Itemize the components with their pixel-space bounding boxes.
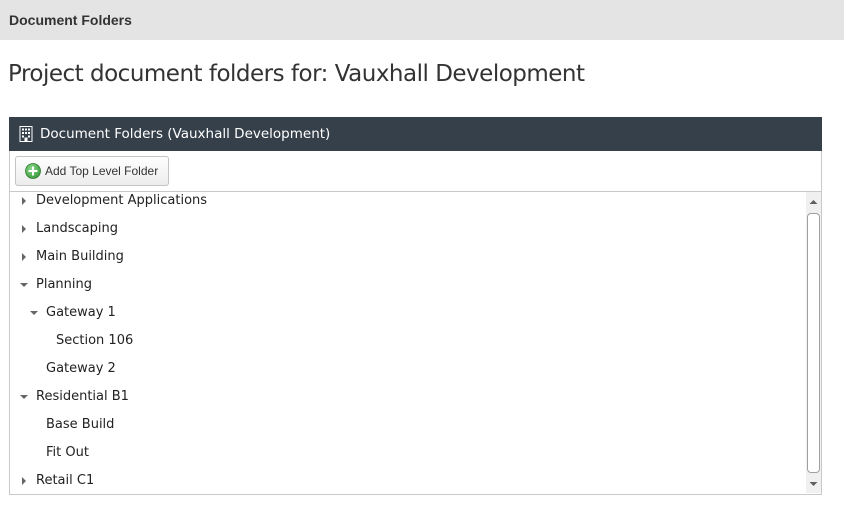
tree-node[interactable]: Fit Out — [10, 439, 806, 467]
tree-node[interactable]: Gateway 1 — [10, 299, 806, 327]
panel-header-title: Document Folders (Vauxhall Development) — [40, 126, 331, 142]
caret-right-icon[interactable] — [19, 476, 29, 486]
add-top-level-folder-label: Add Top Level Folder — [45, 164, 159, 178]
tree-node-label[interactable]: Landscaping — [36, 221, 118, 236]
tree-node[interactable]: Base Build — [10, 411, 806, 439]
caret-right-icon[interactable] — [19, 196, 29, 206]
tree-node[interactable]: Development Applications — [10, 192, 806, 215]
tree-node-label[interactable]: Main Building — [36, 249, 124, 264]
add-top-level-folder-button[interactable]: Add Top Level Folder — [15, 156, 169, 186]
tree-node[interactable]: Main Building — [10, 243, 806, 271]
tree-node[interactable]: Section 106 — [10, 327, 806, 355]
building-icon — [19, 126, 33, 142]
page-title: Project document folders for: Vauxhall D… — [8, 61, 585, 87]
caret-down-icon[interactable] — [19, 280, 29, 290]
tree-scrollbar[interactable] — [806, 192, 821, 493]
tree-node-label[interactable]: Fit Out — [46, 445, 89, 460]
top-bar: Document Folders — [0, 0, 844, 40]
tree-node-label[interactable]: Development Applications — [36, 193, 207, 208]
tree-node-label[interactable]: Retail C1 — [36, 473, 94, 488]
tree-node[interactable]: Landscaping — [10, 215, 806, 243]
folder-tree: Development Applications Landscaping Main … — [10, 192, 806, 493]
plus-circle-icon — [25, 163, 41, 179]
caret-right-icon[interactable] — [19, 224, 29, 234]
tree-node[interactable]: Gateway 2 — [10, 355, 806, 383]
caret-down-icon[interactable] — [19, 392, 29, 402]
tree-node-label[interactable]: Gateway 1 — [46, 305, 116, 320]
tree-node-label[interactable]: Residential B1 — [36, 389, 129, 404]
scroll-thumb[interactable] — [807, 213, 820, 473]
tree-node[interactable]: Residential B1 — [10, 383, 806, 411]
caret-down-icon[interactable] — [29, 308, 39, 318]
top-bar-title: Document Folders — [9, 12, 132, 28]
panel-header: Document Folders (Vauxhall Development) — [9, 117, 822, 151]
scroll-up-arrow-icon[interactable] — [806, 195, 821, 209]
document-folders-panel: Document Folders (Vauxhall Development) … — [9, 117, 822, 495]
panel-toolbar: Add Top Level Folder — [10, 151, 821, 192]
tree-node-label[interactable]: Gateway 2 — [46, 361, 116, 376]
caret-right-icon[interactable] — [19, 252, 29, 262]
tree-node-label[interactable]: Planning — [36, 277, 92, 292]
scroll-down-arrow-icon[interactable] — [806, 477, 821, 491]
tree-node-label[interactable]: Base Build — [46, 417, 114, 432]
tree-node-label[interactable]: Section 106 — [56, 333, 133, 348]
tree-node[interactable]: Retail C1 — [10, 467, 806, 493]
tree-node[interactable]: Planning — [10, 271, 806, 299]
